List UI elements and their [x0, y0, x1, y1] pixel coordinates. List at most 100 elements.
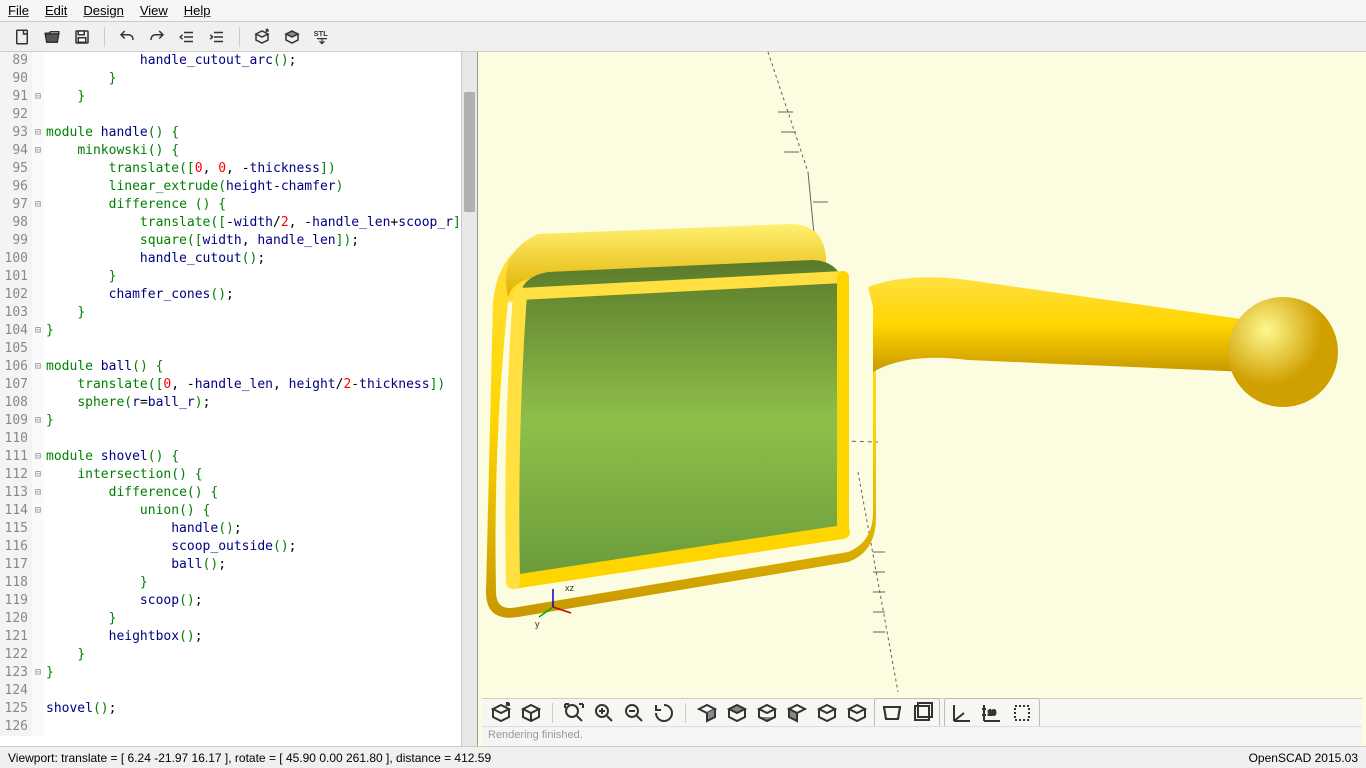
fold-marker[interactable]: ⊟ — [32, 484, 44, 502]
code-line[interactable]: 104⊟} — [0, 322, 477, 340]
code-text[interactable]: difference () { — [44, 196, 226, 214]
code-text[interactable]: module handle() { — [44, 124, 179, 142]
code-text[interactable]: module shovel() { — [44, 448, 179, 466]
code-text[interactable]: } — [44, 70, 116, 88]
fold-marker[interactable]: ⊟ — [32, 466, 44, 484]
code-text[interactable]: module ball() { — [44, 358, 163, 376]
3d-viewport[interactable]: y xz 10 Rendering finished. — [478, 52, 1366, 746]
redo-icon[interactable] — [145, 25, 169, 49]
menu-view[interactable]: View — [140, 3, 168, 18]
code-text[interactable] — [44, 682, 46, 700]
fold-marker[interactable]: ⊟ — [32, 124, 44, 142]
zoom-fit-icon[interactable] — [561, 701, 587, 725]
code-line[interactable]: 109⊟} — [0, 412, 477, 430]
code-text[interactable]: } — [44, 304, 85, 322]
menu-design[interactable]: Design — [83, 3, 123, 18]
scale-icon[interactable]: 10 — [979, 701, 1005, 725]
code-line[interactable]: 103 } — [0, 304, 477, 322]
code-line[interactable]: 111⊟module shovel() { — [0, 448, 477, 466]
perspective-icon[interactable] — [879, 701, 905, 725]
code-text[interactable]: handle_cutout(); — [44, 250, 265, 268]
code-line[interactable]: 122 } — [0, 646, 477, 664]
code-text[interactable]: } — [44, 610, 116, 628]
code-line[interactable]: 115 handle(); — [0, 520, 477, 538]
code-text[interactable]: scoop_outside(); — [44, 538, 296, 556]
fold-marker[interactable]: ⊟ — [32, 196, 44, 214]
render-cube-icon[interactable] — [518, 701, 544, 725]
fold-marker[interactable]: ⊟ — [32, 412, 44, 430]
code-editor[interactable]: 89 handle_cutout_arc();90 }91⊟ }9293⊟mod… — [0, 52, 478, 746]
zoom-in-icon[interactable] — [591, 701, 617, 725]
code-line[interactable]: 117 ball(); — [0, 556, 477, 574]
code-line[interactable]: 98 translate([-width/2, -handle_len+scoo… — [0, 214, 477, 232]
code-line[interactable]: 92 — [0, 106, 477, 124]
code-line[interactable]: 100 handle_cutout(); — [0, 250, 477, 268]
scroll-thumb[interactable] — [464, 92, 475, 212]
code-text[interactable]: difference() { — [44, 484, 218, 502]
code-line[interactable]: 114⊟ union() { — [0, 502, 477, 520]
code-line[interactable]: 97⊟ difference () { — [0, 196, 477, 214]
fold-marker[interactable]: ⊟ — [32, 88, 44, 106]
code-text[interactable]: handle_cutout_arc(); — [44, 52, 296, 70]
ortho-icon[interactable] — [909, 701, 935, 725]
code-line[interactable]: 110 — [0, 430, 477, 448]
code-line[interactable]: 95 translate([0, 0, -thickness]) — [0, 160, 477, 178]
code-text[interactable] — [44, 106, 46, 124]
export-stl-icon[interactable]: STL — [310, 25, 334, 49]
code-line[interactable]: 119 scoop(); — [0, 592, 477, 610]
menu-file[interactable]: File — [8, 3, 29, 18]
code-text[interactable]: linear_extrude(height-chamfer) — [44, 178, 343, 196]
code-text[interactable]: } — [44, 646, 85, 664]
code-text[interactable]: square([width, handle_len]); — [44, 232, 359, 250]
code-text[interactable]: } — [44, 268, 116, 286]
view-left-icon[interactable] — [784, 701, 810, 725]
view-bottom-icon[interactable] — [754, 701, 780, 725]
code-text[interactable] — [44, 340, 46, 358]
code-line[interactable]: 123⊟} — [0, 664, 477, 682]
code-line[interactable]: 94⊟ minkowski() { — [0, 142, 477, 160]
code-text[interactable]: intersection() { — [44, 466, 203, 484]
code-text[interactable]: sphere(r=ball_r); — [44, 394, 210, 412]
code-line[interactable]: 96 linear_extrude(height-chamfer) — [0, 178, 477, 196]
fold-marker[interactable]: ⊟ — [32, 358, 44, 376]
code-line[interactable]: 91⊟ } — [0, 88, 477, 106]
fold-marker[interactable]: ⊟ — [32, 142, 44, 160]
zoom-out-icon[interactable] — [621, 701, 647, 725]
code-text[interactable]: ball(); — [44, 556, 226, 574]
code-line[interactable]: 121 heightbox(); — [0, 628, 477, 646]
code-text[interactable]: } — [44, 574, 148, 592]
save-icon[interactable] — [70, 25, 94, 49]
code-text[interactable]: translate([-width/2, -handle_len+scoop_r… — [44, 214, 469, 232]
undo-icon[interactable] — [115, 25, 139, 49]
code-line[interactable]: 101 } — [0, 268, 477, 286]
preview-icon[interactable] — [488, 701, 514, 725]
fold-marker[interactable]: ⊟ — [32, 322, 44, 340]
code-line[interactable]: 105 — [0, 340, 477, 358]
view-back-icon[interactable] — [844, 701, 870, 725]
new-icon[interactable] — [10, 25, 34, 49]
open-icon[interactable] — [40, 25, 64, 49]
render-icon[interactable] — [280, 25, 304, 49]
fold-marker[interactable]: ⊟ — [32, 448, 44, 466]
code-line[interactable]: 116 scoop_outside(); — [0, 538, 477, 556]
code-text[interactable]: handle(); — [44, 520, 242, 538]
unindent-icon[interactable] — [175, 25, 199, 49]
code-line[interactable]: 118 } — [0, 574, 477, 592]
crosshair-icon[interactable] — [1009, 701, 1035, 725]
code-line[interactable]: 102 chamfer_cones(); — [0, 286, 477, 304]
menu-help[interactable]: Help — [184, 3, 211, 18]
axes-icon[interactable] — [949, 701, 975, 725]
indent-icon[interactable] — [205, 25, 229, 49]
code-line[interactable]: 107 translate([0, -handle_len, height/2-… — [0, 376, 477, 394]
code-text[interactable]: } — [44, 88, 85, 106]
code-line[interactable]: 112⊟ intersection() { — [0, 466, 477, 484]
code-text[interactable] — [44, 718, 46, 736]
preview-icon[interactable] — [250, 25, 274, 49]
code-text[interactable]: } — [44, 322, 54, 340]
code-text[interactable]: shovel(); — [44, 700, 116, 718]
code-line[interactable]: 106⊟module ball() { — [0, 358, 477, 376]
fold-marker[interactable]: ⊟ — [32, 664, 44, 682]
code-line[interactable]: 99 square([width, handle_len]); — [0, 232, 477, 250]
code-text[interactable]: translate([0, 0, -thickness]) — [44, 160, 336, 178]
editor-scrollbar[interactable] — [461, 52, 477, 746]
